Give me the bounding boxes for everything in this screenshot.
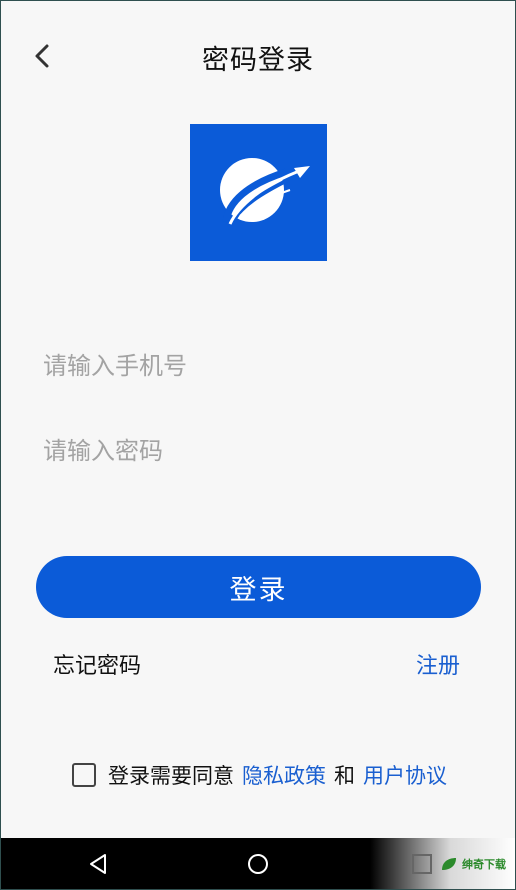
user-agreement-link[interactable]: 用户协议 xyxy=(363,760,447,790)
register-link[interactable]: 注册 xyxy=(416,648,460,680)
privacy-policy-link[interactable]: 隐私政策 xyxy=(242,760,326,790)
app-header: 密码登录 xyxy=(0,0,516,110)
globe-arrow-logo-icon xyxy=(220,158,310,225)
agreement-row: 登录需要同意 隐私政策 和 用户协议 xyxy=(72,760,455,790)
circle-home-icon xyxy=(248,854,268,874)
phone-field[interactable] xyxy=(43,352,473,380)
forgot-password-link[interactable]: 忘记密码 xyxy=(53,648,141,680)
password-input[interactable] xyxy=(43,437,473,465)
app-logo xyxy=(190,124,327,261)
agreement-prefix: 登录需要同意 xyxy=(108,764,234,788)
leaf-logo-icon xyxy=(442,858,456,870)
login-button[interactable]: 登录 xyxy=(36,556,481,618)
watermark: 绅奇下载 xyxy=(370,838,516,890)
square-recents-icon[interactable] xyxy=(412,854,432,874)
phone-input[interactable] xyxy=(43,352,473,380)
password-field[interactable] xyxy=(43,437,473,465)
nav-back-button[interactable] xyxy=(68,838,128,890)
agreement-checkbox[interactable] xyxy=(72,763,96,787)
page-title: 密码登录 xyxy=(202,45,314,76)
watermark-text: 绅奇下载 xyxy=(462,858,506,871)
agreement-and: 和 xyxy=(334,764,355,788)
login-button-label: 登录 xyxy=(229,574,288,606)
nav-home-button[interactable] xyxy=(228,838,288,890)
triangle-back-icon xyxy=(90,854,106,874)
